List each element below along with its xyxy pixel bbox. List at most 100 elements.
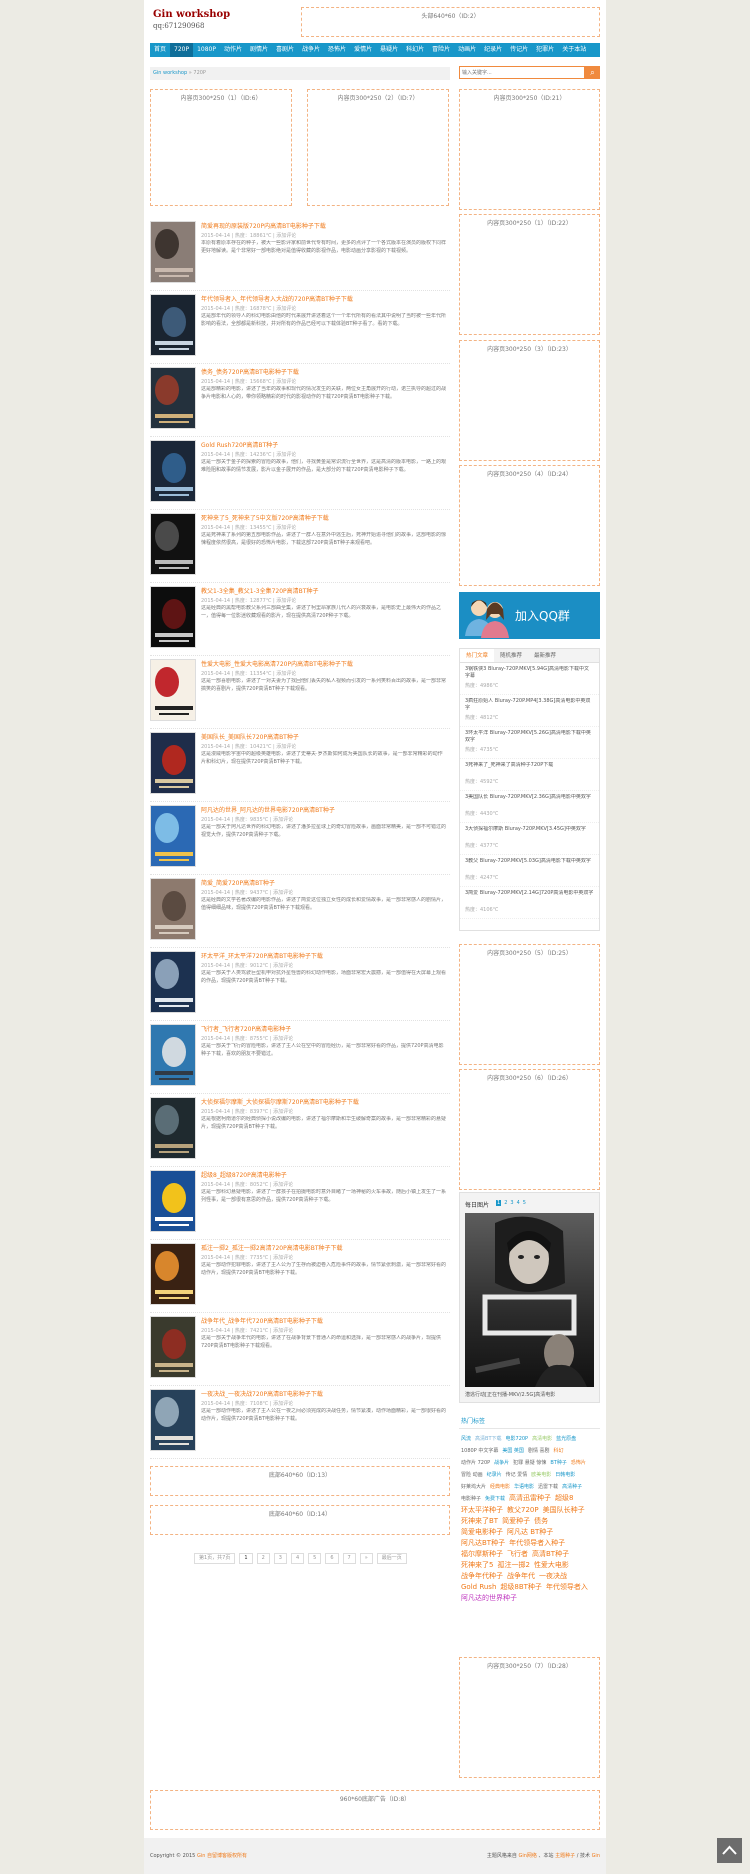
nav-item[interactable]: 恐怖片 bbox=[324, 43, 350, 57]
search-input[interactable] bbox=[459, 66, 585, 79]
ad-footer-wide[interactable]: 960*60底部广告（ID:8） bbox=[150, 1790, 600, 1830]
tag-link[interactable]: 福尔摩斯种子 bbox=[461, 1549, 503, 1560]
nav-item[interactable]: 爱情片 bbox=[350, 43, 376, 57]
post-title[interactable]: Gold Rush720P高清BT种子 bbox=[201, 440, 446, 449]
tag-link[interactable]: 迅雷下载 bbox=[538, 1482, 558, 1493]
ad-side-6[interactable]: 内容页300*250（6）（ID:26） bbox=[459, 1069, 600, 1190]
post-title[interactable]: 美国队长_美国队长720P高清BT种子 bbox=[201, 732, 446, 741]
post-title[interactable]: 飞行者_飞行者720P高清电影种子 bbox=[201, 1024, 446, 1033]
tag-link[interactable]: 高清电影 bbox=[532, 1434, 552, 1445]
nav-item[interactable]: 传记片 bbox=[506, 43, 532, 57]
post-thumbnail[interactable] bbox=[150, 1243, 196, 1305]
pagination-page-link[interactable]: 3 bbox=[273, 1553, 287, 1564]
sidebar-article-link[interactable]: 3死神来了_死神来了高清种子720P下载 bbox=[465, 762, 594, 776]
tag-link[interactable]: 科幻 bbox=[554, 1446, 564, 1457]
post-thumbnail[interactable] bbox=[150, 951, 196, 1013]
daily-image-page-link[interactable]: 3 bbox=[510, 1200, 513, 1206]
tag-link[interactable]: 免费下载 bbox=[485, 1494, 505, 1505]
tag-link[interactable]: 战争年代种子 bbox=[461, 1571, 503, 1582]
tag-link[interactable]: 纪录片 bbox=[487, 1470, 502, 1481]
sidebar-tab[interactable]: 最新推荐 bbox=[528, 649, 562, 662]
qq-group-banner[interactable]: 加入QQ群 bbox=[459, 592, 600, 639]
post-title[interactable]: 简爱再现的原装版720P内高清BT电影种子下载 bbox=[201, 221, 446, 230]
ad-content-right[interactable]: 内容页300*250（2）（ID:7） bbox=[307, 89, 449, 206]
tag-link[interactable]: 风流 bbox=[461, 1434, 471, 1445]
tag-link[interactable]: 好莱坞大片 bbox=[461, 1482, 486, 1493]
tag-link[interactable]: 动作片 720P bbox=[461, 1458, 490, 1469]
post-title[interactable]: 债务_债务720P高清BT电影种子下载 bbox=[201, 367, 446, 376]
tag-link[interactable]: 超级8 bbox=[555, 1493, 573, 1504]
daily-image-page-link[interactable]: 4 bbox=[517, 1200, 520, 1206]
ad-side-2[interactable]: 内容页300*250（1）（ID:22） bbox=[459, 214, 600, 335]
nav-item[interactable]: 720P bbox=[170, 43, 194, 57]
ad-bottom-1[interactable]: 底部640*60（ID:13） bbox=[150, 1466, 450, 1496]
ad-content-left[interactable]: 内容页300*250（1）（ID:6） bbox=[150, 89, 292, 206]
tag-link[interactable]: 教父720P bbox=[507, 1505, 539, 1516]
post-thumbnail[interactable] bbox=[150, 659, 196, 721]
post-thumbnail[interactable] bbox=[150, 1024, 196, 1086]
tag-link[interactable]: 高清迅雷种子 bbox=[509, 1493, 551, 1504]
tag-link[interactable]: 简爱电影种子 bbox=[461, 1527, 503, 1538]
nav-item[interactable]: 动作片 bbox=[220, 43, 246, 57]
pagination-next-link[interactable]: » bbox=[359, 1553, 373, 1564]
tag-link[interactable]: 阿凡达的世界种子 bbox=[461, 1593, 517, 1604]
pagination-page-link[interactable]: 5 bbox=[308, 1553, 322, 1564]
tag-link[interactable]: 日韩电影 bbox=[555, 1470, 575, 1481]
tag-link[interactable]: 阿凡达BT种子 bbox=[461, 1538, 505, 1549]
site-title[interactable]: Gin workshop bbox=[153, 9, 230, 20]
pagination-page-link[interactable]: 6 bbox=[325, 1553, 339, 1564]
nav-item[interactable]: 冒险片 bbox=[428, 43, 454, 57]
tag-link[interactable]: 债务 bbox=[534, 1516, 548, 1527]
post-thumbnail[interactable] bbox=[150, 1316, 196, 1378]
ad-header[interactable]: 头部640*60（ID:2） bbox=[301, 7, 600, 37]
post-title[interactable]: 一夜决战_一夜决战720P高清BT电影种子下载 bbox=[201, 1389, 446, 1398]
tag-link[interactable]: 战争片 bbox=[494, 1458, 509, 1469]
tag-link[interactable]: 年代领导者入 bbox=[546, 1582, 588, 1593]
tag-link[interactable]: 简爱种子 bbox=[502, 1516, 530, 1527]
post-thumbnail[interactable] bbox=[150, 805, 196, 867]
post-title[interactable]: 教父1-3全集_教父1-3全集720P高清BT种子 bbox=[201, 586, 446, 595]
post-title[interactable]: 简爱_简爱720P高清BT种子 bbox=[201, 878, 446, 887]
post-thumbnail[interactable] bbox=[150, 1389, 196, 1451]
tag-link[interactable]: 华语电影 bbox=[514, 1482, 534, 1493]
tag-link[interactable]: 年代领导者入种子 bbox=[509, 1538, 565, 1549]
tag-link[interactable]: 环太平洋种子 bbox=[461, 1505, 503, 1516]
post-thumbnail[interactable] bbox=[150, 367, 196, 429]
tag-link[interactable]: 冒险 动画 bbox=[461, 1470, 483, 1481]
sidebar-tab[interactable]: 热门文章 bbox=[460, 649, 495, 662]
tag-link[interactable]: 恐怖片 bbox=[571, 1458, 586, 1469]
tag-link[interactable]: 剧情 喜剧 bbox=[528, 1446, 550, 1457]
tag-link[interactable]: 电影720P bbox=[506, 1434, 529, 1445]
post-thumbnail[interactable] bbox=[150, 732, 196, 794]
nav-item[interactable]: 纪录片 bbox=[480, 43, 506, 57]
nav-item[interactable]: 关于本站 bbox=[558, 43, 590, 57]
pagination-last-link[interactable]: 最后一页 bbox=[376, 1553, 407, 1564]
tag-link[interactable]: BT种子 bbox=[550, 1458, 567, 1469]
post-thumbnail[interactable] bbox=[150, 221, 196, 283]
post-title[interactable]: 战争年代_战争年代720P高清BT电影种子下载 bbox=[201, 1316, 446, 1325]
tag-link[interactable]: 性爱大电影 bbox=[534, 1560, 569, 1571]
footer-site-link[interactable]: Gin 自留博客版权所有 bbox=[197, 1853, 247, 1859]
tag-link[interactable]: 高清BT种子 bbox=[532, 1549, 569, 1560]
daily-image[interactable] bbox=[465, 1213, 594, 1387]
tag-link[interactable]: 美国 英国 bbox=[502, 1446, 524, 1457]
post-title[interactable]: 性爱大电影_性爱大电影高清720P内高清BT电影种子下载 bbox=[201, 659, 446, 668]
post-title[interactable]: 大侦探福尔摩斯_大侦探福尔摩斯720P高清BT电影种子下载 bbox=[201, 1097, 446, 1106]
tag-link[interactable]: 一夜决战 bbox=[539, 1571, 567, 1582]
post-title[interactable]: 年代领导者入_年代领导者入大战的720P高清BT种子下载 bbox=[201, 294, 446, 303]
sidebar-article-link[interactable]: 3疯狂原始人 Bluray-720P.MP4[3.38G]高清电影中英双字 bbox=[465, 698, 594, 712]
tag-link[interactable]: 孤注一掷2 bbox=[497, 1560, 529, 1571]
ad-bottom-2[interactable]: 底部640*60（ID:14） bbox=[150, 1505, 450, 1535]
ad-side-4[interactable]: 内容页300*250（4）（ID:24） bbox=[459, 465, 600, 586]
tag-link[interactable]: 阿凡达 BT种子 bbox=[507, 1527, 553, 1538]
post-title[interactable]: 死神来了5_死神来了5中文版720P高清种子下载 bbox=[201, 513, 446, 522]
tag-link[interactable]: 1080P 中文字幕 bbox=[461, 1446, 498, 1457]
nav-item[interactable]: 科幻片 bbox=[402, 43, 428, 57]
pagination-page-link[interactable]: 4 bbox=[290, 1553, 305, 1564]
post-thumbnail[interactable] bbox=[150, 586, 196, 648]
tag-link[interactable]: 高清种子 bbox=[562, 1482, 582, 1493]
breadcrumb-home[interactable]: Gin workshop bbox=[153, 70, 187, 76]
ad-side-3[interactable]: 内容页300*250（3）（ID:23） bbox=[459, 340, 600, 461]
tag-link[interactable]: 战争年代 bbox=[507, 1571, 535, 1582]
post-title[interactable]: 环太平洋_环太平洋720P高清BT电影种子下载 bbox=[201, 951, 446, 960]
